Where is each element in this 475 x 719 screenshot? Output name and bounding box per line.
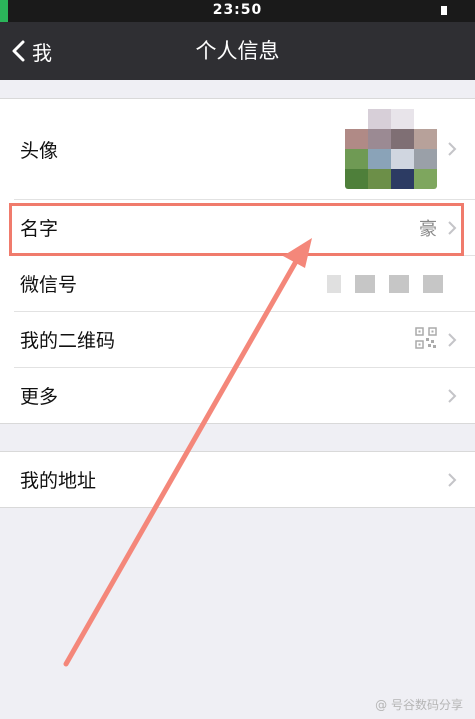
chevron-right-icon xyxy=(448,142,457,156)
avatar-row[interactable]: 头像 xyxy=(14,99,475,200)
profile-group: 头像 名字 豪 微信号 我的二维码 更多 xyxy=(0,98,475,424)
address-label: 我的地址 xyxy=(20,470,97,492)
chevron-right-icon xyxy=(448,332,457,347)
address-row[interactable]: 我的地址 xyxy=(14,452,475,507)
more-row[interactable]: 更多 xyxy=(14,368,475,423)
wechat-id-row[interactable]: 微信号 xyxy=(14,256,475,312)
address-group: 我的地址 xyxy=(0,451,475,508)
page-title: 个人信息 xyxy=(195,39,280,63)
watermark: @ 号谷数码分享 xyxy=(375,698,463,712)
qr-code-label: 我的二维码 xyxy=(20,330,116,352)
status-bar: 23:50 xyxy=(0,0,475,22)
wechat-id-label: 微信号 xyxy=(20,274,78,296)
status-time: 23:50 xyxy=(212,2,263,18)
chevron-right-icon xyxy=(448,388,457,403)
avatar xyxy=(345,109,437,189)
chevron-right-icon xyxy=(448,220,457,235)
more-label: 更多 xyxy=(20,386,59,408)
name-row[interactable]: 名字 豪 xyxy=(14,200,475,256)
avatar-label: 头像 xyxy=(20,139,59,162)
qr-code-icon xyxy=(415,326,437,353)
name-label: 名字 xyxy=(20,218,59,240)
name-value: 豪 xyxy=(419,218,437,240)
qr-code-row[interactable]: 我的二维码 xyxy=(14,312,475,368)
nav-bar: 我 个人信息 xyxy=(0,22,475,80)
battery-icon xyxy=(441,6,447,15)
wechat-id-value-blurred xyxy=(327,274,443,293)
chevron-right-icon xyxy=(448,472,457,487)
